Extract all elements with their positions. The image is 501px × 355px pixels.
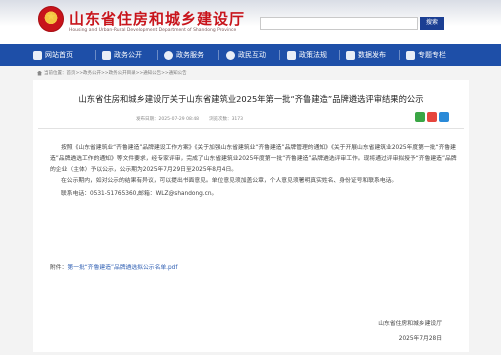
nav-item-topics[interactable]: 专题专栏 [406, 44, 446, 66]
nav-item-label: 政务服务 [176, 51, 204, 59]
nav-item-data[interactable]: 数据发布 [346, 44, 386, 66]
nav-item-label: 政策法规 [299, 51, 327, 59]
publish-date: 发布日期：2025-07-29 08:48 [136, 117, 200, 122]
weibo-share-icon[interactable] [427, 112, 437, 122]
attachment-link[interactable]: 第一批“齐鲁建造”品牌遴选拟公示名单.pdf [67, 265, 177, 271]
nav-item-policy[interactable]: 政策法规 [287, 44, 327, 66]
site-header: 山东省住房和城乡建设厅 Housing and Urban-Rural Deve… [0, 0, 501, 44]
home-icon [37, 70, 42, 76]
article-paragraph: 按照《山东省建筑业“齐鲁建造”品牌建设工作方案》《关于加强山东省建筑业“齐鲁建造… [50, 145, 457, 173]
chart-icon [346, 50, 355, 60]
contact-info: 联系电话：0531-51765360,邮箱：WLZ@shandong.cn。 [61, 191, 218, 197]
nav-item-label: 网站首页 [45, 51, 73, 59]
signature-date: 2025年7月28日 [398, 336, 442, 342]
breadcrumb: 当前位置：首页>>政务公开>>政务公开目录>>通知公告>>通知公告 [37, 70, 187, 76]
nav-divider [399, 50, 400, 60]
document-icon [102, 50, 111, 60]
nav-item-label: 数据发布 [358, 51, 386, 59]
nav-item-gov-open[interactable]: 政务公开 [102, 44, 142, 66]
nav-item-label: 政务公开 [114, 51, 142, 59]
service-icon [164, 50, 173, 60]
main-nav: 网站首页 政务公开 政务服务 政民互动 政策法规 数据发布 专题专栏 [0, 44, 501, 66]
search-button[interactable]: 搜索 [420, 17, 444, 30]
national-emblem-icon [38, 6, 64, 32]
site-title[interactable]: 山东省住房和城乡建设厅 [69, 8, 245, 29]
view-count: 浏览次数：3173 [209, 116, 243, 122]
attachment: 附件：第一批“齐鲁建造”品牌遴选拟公示名单.pdf [50, 262, 177, 271]
nav-item-gov-service[interactable]: 政务服务 [164, 44, 204, 66]
nav-item-label: 政民互动 [238, 51, 266, 59]
attachment-label: 附件： [50, 265, 68, 271]
grid-icon [406, 50, 415, 60]
nav-divider [95, 50, 96, 60]
view-count-label: 浏览次数： [209, 117, 232, 122]
nav-item-interaction[interactable]: 政民互动 [226, 44, 266, 66]
breadcrumb-text[interactable]: 当前位置：首页>>政务公开>>政务公开目录>>通知公告>>通知公告 [44, 70, 187, 76]
site-subtitle: Housing and Urban-Rural Development Depa… [69, 28, 237, 33]
article-meta: 发布日期：2025-07-29 08:48 浏览次数：3173 [136, 116, 243, 122]
article-card: 山东省住房和城乡建设厅关于山东省建筑业2025年第一批“齐鲁建造”品牌遴选评审结… [33, 80, 469, 352]
home-icon [33, 50, 42, 60]
nav-divider [157, 50, 158, 60]
article-title: 山东省住房和城乡建设厅关于山东省建筑业2025年第一批“齐鲁建造”品牌遴选评审结… [78, 94, 424, 104]
wechat-share-icon[interactable] [415, 112, 425, 122]
book-icon [287, 50, 296, 60]
nav-item-home[interactable]: 网站首页 [33, 44, 73, 66]
qq-share-icon[interactable] [439, 112, 449, 122]
article-body: 按照《山东省建筑业“齐鲁建造”品牌建设工作方案》《关于加强山东省建筑业“齐鲁建造… [50, 143, 460, 200]
title-divider [38, 128, 464, 129]
article-paragraph: 在公示期内，如对公示的结果有异议，可以提出书面意见。单位意见须加盖公章，个人意见… [61, 178, 398, 184]
signature-org: 山东省住房和城乡建设厅 [378, 321, 442, 327]
view-count-value: 3173 [231, 117, 244, 122]
chat-icon [226, 50, 235, 60]
nav-divider [279, 50, 280, 60]
nav-divider [339, 50, 340, 60]
nav-divider [218, 50, 219, 60]
nav-item-label: 专题专栏 [418, 51, 446, 59]
search-input[interactable] [260, 17, 418, 30]
